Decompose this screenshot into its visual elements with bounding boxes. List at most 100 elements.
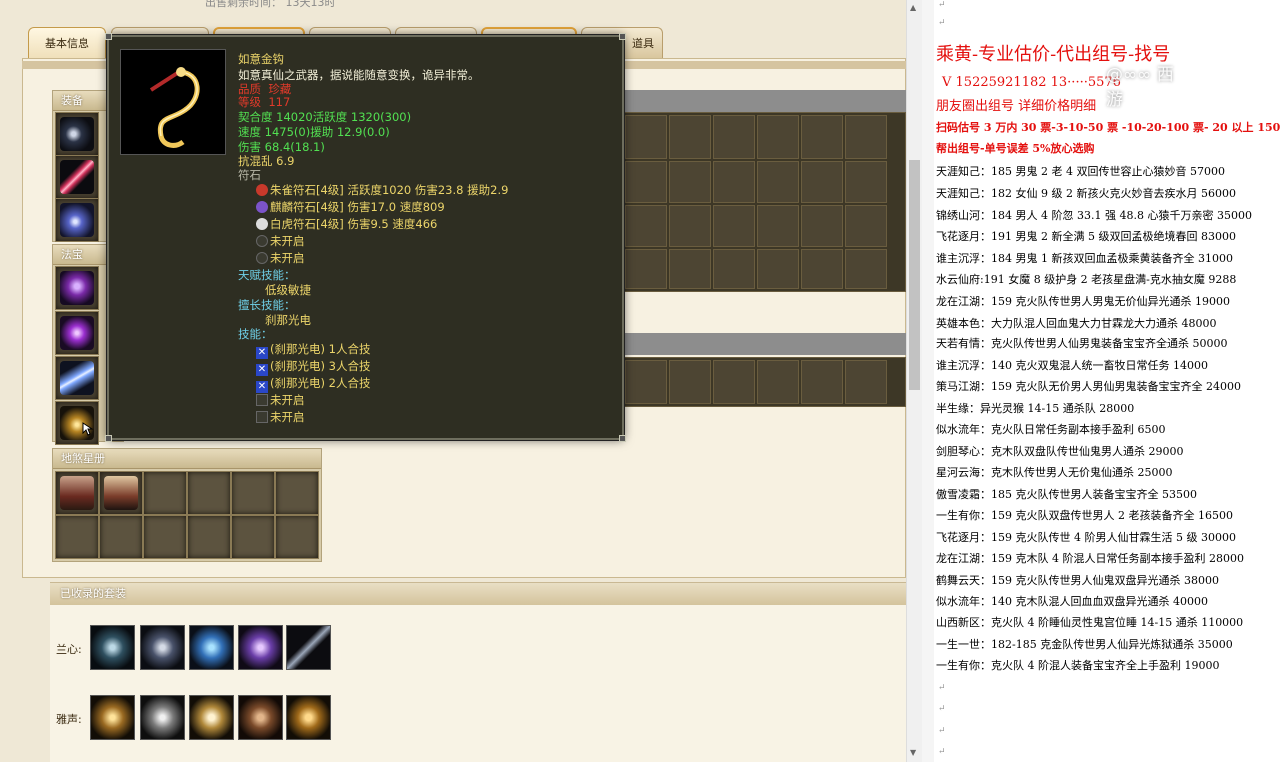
grid-cell[interactable] — [713, 249, 755, 289]
equip-slot-2[interactable] — [55, 155, 99, 199]
grid-cell[interactable] — [801, 205, 843, 247]
grid-cell[interactable] — [625, 249, 667, 289]
grid-cell[interactable] — [845, 115, 887, 159]
grid-cell[interactable] — [801, 249, 843, 289]
listing-line: 飞花逐月：191 男鬼 2 新全满 5 级双回孟极绝境春回 83000 — [936, 230, 1236, 243]
price-document: ↵ ↵ 乘黄-专业估价-代出组号-找号 V 15225921182 13····… — [922, 0, 1280, 762]
grid-cell[interactable] — [801, 115, 843, 159]
grid-cell[interactable] — [801, 161, 843, 203]
skills-title: 技能： — [238, 327, 273, 341]
skill-text: (刹那光电) 1人合技 — [270, 342, 371, 356]
fabao-slot-2[interactable] — [55, 311, 99, 355]
star-card-slot-2[interactable] — [99, 471, 143, 515]
equip-slot-3[interactable] — [55, 198, 99, 242]
fabao-slot-1[interactable] — [55, 266, 99, 310]
tab-basic-info[interactable]: 基本信息 — [28, 27, 106, 59]
doc-contact: V 15225921182 13·····5576 — [942, 75, 1121, 90]
skill-row-3: ✕ (刹那光电) 2人合技 — [256, 375, 370, 393]
grid-cell[interactable] — [669, 205, 711, 247]
blade-icon[interactable] — [286, 625, 331, 670]
suit-label-lanxin: 兰心: — [56, 643, 82, 656]
paragraph-mark: ↵ — [938, 18, 946, 28]
listing-line: 龙在江湖：159 克火队传世男人男鬼无价仙异光通杀 19000 — [936, 295, 1230, 308]
grid-cell[interactable] — [713, 115, 755, 159]
listing-line: 似水流年：140 克木队混人回血血双盘异光通杀 40000 — [936, 595, 1208, 608]
grid-cell[interactable] — [845, 360, 887, 404]
tooltip-corner — [105, 33, 112, 40]
grid-cell[interactable] — [757, 249, 799, 289]
bracelet-icon[interactable] — [90, 625, 135, 670]
star-card-slot[interactable] — [55, 515, 99, 559]
necklace-icon[interactable] — [90, 695, 135, 740]
grid-cell[interactable] — [625, 115, 667, 159]
listing-line: 飞花逐月：159 克火队传世 4 阶男人仙甘霖生活 5 级 30000 — [936, 531, 1236, 544]
grid-cell[interactable] — [625, 360, 667, 404]
equip-slot-1[interactable] — [55, 112, 99, 156]
vertical-scrollbar[interactable]: ▲ ▼ — [906, 0, 922, 762]
listing-line: 英雄本色：大力队混人回血鬼大力甘霖龙大力通杀 48000 — [936, 317, 1217, 330]
grid-cell[interactable] — [757, 360, 799, 404]
skill-text: 未开启 — [270, 393, 305, 407]
star-card-slot[interactable] — [275, 471, 319, 515]
paragraph-mark: ↵ — [938, 683, 946, 693]
grid-cell[interactable] — [625, 205, 667, 247]
scroll-up-icon[interactable]: ▲ — [910, 3, 916, 12]
rune-text: 未开启 — [270, 251, 305, 265]
orb-icon — [60, 203, 94, 237]
grid-cell[interactable] — [713, 360, 755, 404]
special-skill-title: 擅长技能： — [238, 298, 296, 312]
grid-cell[interactable] — [801, 360, 843, 404]
star-card-slot-1[interactable] — [55, 471, 99, 515]
rune-row-2: 麒麟符石[4级] 伤害17.0 速度809 — [256, 199, 445, 215]
star-card-slot[interactable] — [187, 471, 231, 515]
doc-guarantee-note: 帮出组号-单号误差 5%放心选购 — [936, 142, 1095, 155]
star-card-slot[interactable] — [143, 515, 187, 559]
grid-cell[interactable] — [845, 161, 887, 203]
fabao-slot-3[interactable] — [55, 356, 99, 400]
inventory-header-bar — [624, 90, 906, 112]
grid-cell[interactable] — [669, 161, 711, 203]
warrior-portrait-icon — [60, 476, 94, 510]
star-card-slot[interactable] — [143, 471, 187, 515]
qilin-rune-icon — [256, 201, 268, 213]
star-card-slot[interactable] — [99, 515, 143, 559]
rune-text: 麒麟符石[4级] 伤害17.0 速度809 — [270, 200, 445, 214]
claw-icon — [60, 117, 94, 151]
face-mask-icon[interactable] — [189, 695, 234, 740]
grid-cell[interactable] — [757, 205, 799, 247]
item-name: 如意金钩 — [238, 52, 284, 66]
grid-cell[interactable] — [669, 360, 711, 404]
game-panel: 出售剩余时间： 13天13时 基本信息 道具 装备 法宝 地煞星册 已收录的套装… — [0, 0, 906, 762]
star-card-slot[interactable] — [231, 471, 275, 515]
stat-line-1: 契合度 14020活跃度 1320(300) — [238, 110, 412, 124]
crown-icon[interactable] — [286, 695, 331, 740]
grid-cell[interactable] — [669, 249, 711, 289]
grid-cell[interactable] — [757, 115, 799, 159]
listing-line: 似水流年：克火队日常任务副本接手盈利 6500 — [936, 423, 1166, 436]
grid-cell[interactable] — [713, 205, 755, 247]
scroll-down-icon[interactable]: ▼ — [910, 748, 916, 757]
armor-icon[interactable] — [238, 695, 283, 740]
listing-line: 龙在江湖：159 克木队 4 阶混人日常任务副本接手盈利 28000 — [936, 552, 1244, 565]
rune-row-3: 白虎符石[4级] 伤害9.5 速度466 — [256, 216, 437, 232]
talent-value: 低级敏捷 — [265, 283, 311, 297]
star-card-slot[interactable] — [187, 515, 231, 559]
ring-icon[interactable] — [238, 625, 283, 670]
grid-cell[interactable] — [757, 161, 799, 203]
grid-cell[interactable] — [625, 161, 667, 203]
listing-line: 锦绣山河：184 男人 4 阶忽 33.1 强 48.8 心猿千万亲密 3500… — [936, 209, 1252, 222]
mask-icon[interactable] — [189, 625, 234, 670]
skill-row-2: ✕ (刹那光电) 3人合技 — [256, 358, 370, 376]
scrollbar-thumb[interactable] — [909, 160, 920, 390]
fabao-slot-4[interactable] — [55, 401, 99, 445]
doc-left-margin — [922, 0, 934, 762]
vermilion-bird-rune-icon — [256, 184, 268, 196]
bead-chain-icon[interactable] — [140, 695, 185, 740]
robe-icon[interactable] — [140, 625, 185, 670]
grid-cell[interactable] — [713, 161, 755, 203]
grid-cell[interactable] — [669, 115, 711, 159]
star-card-slot[interactable] — [275, 515, 319, 559]
grid-cell[interactable] — [845, 205, 887, 247]
star-card-slot[interactable] — [231, 515, 275, 559]
grid-cell[interactable] — [845, 249, 887, 289]
